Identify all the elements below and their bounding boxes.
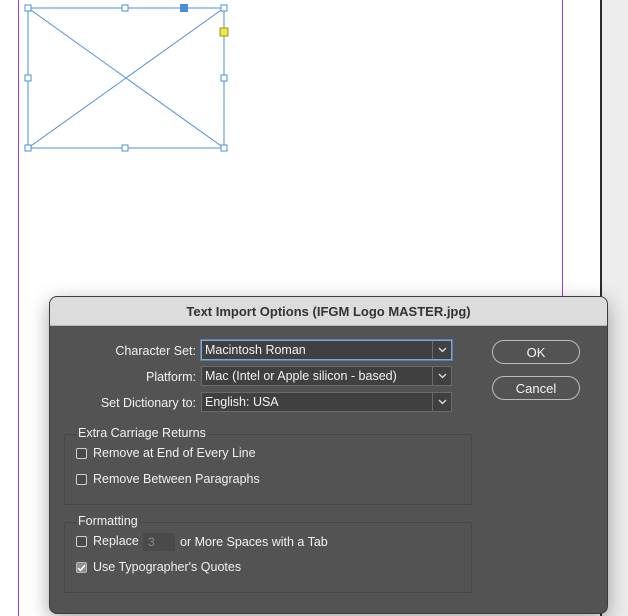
dictionary-select[interactable]: English: USA <box>201 392 452 412</box>
character-set-label: Character Set: <box>115 344 196 358</box>
extra-carriage-returns-group <box>64 434 472 505</box>
spaces-count-field[interactable]: 3 <box>143 533 175 551</box>
chevron-down-icon <box>432 341 451 359</box>
platform-label: Platform: <box>145 370 196 384</box>
ok-button[interactable]: OK <box>492 340 580 364</box>
checkmark-icon <box>77 564 86 572</box>
content-grabber-handle[interactable] <box>180 4 188 12</box>
character-set-select[interactable]: Macintosh Roman <box>201 340 452 360</box>
extra-carriage-returns-title: Extra Carriage Returns <box>76 426 208 440</box>
dialog-title: Text Import Options (IFGM Logo MASTER.jp… <box>50 297 607 326</box>
typographers-quotes-checkbox[interactable] <box>76 562 87 573</box>
cancel-button[interactable]: Cancel <box>492 376 580 400</box>
empty-graphic-frame[interactable] <box>20 0 240 160</box>
dictionary-label: Set Dictionary to: <box>100 396 196 410</box>
character-set-value: Macintosh Roman <box>205 343 306 357</box>
margin-guide-right <box>562 0 563 300</box>
typographers-quotes-label[interactable]: Use Typographer's Quotes <box>93 560 241 574</box>
chevron-down-icon <box>432 367 451 385</box>
margin-guide-left <box>18 0 19 616</box>
remove-between-paragraphs-label[interactable]: Remove Between Paragraphs <box>93 472 260 486</box>
replace-label[interactable]: Replace <box>93 534 139 548</box>
text-import-options-dialog: Text Import Options (IFGM Logo MASTER.jp… <box>49 296 608 614</box>
chevron-down-icon <box>432 393 451 411</box>
remove-end-of-line-label[interactable]: Remove at End of Every Line <box>93 446 256 460</box>
dictionary-value: English: USA <box>205 395 279 409</box>
platform-value: Mac (Intel or Apple silicon - based) <box>205 369 397 383</box>
remove-end-of-line-checkbox[interactable] <box>76 448 87 459</box>
platform-select[interactable]: Mac (Intel or Apple silicon - based) <box>201 366 452 386</box>
replace-spaces-checkbox[interactable] <box>76 536 87 547</box>
corner-option-handle[interactable] <box>219 27 229 37</box>
remove-between-paragraphs-checkbox[interactable] <box>76 474 87 485</box>
replace-suffix-label: or More Spaces with a Tab <box>180 535 328 549</box>
formatting-group <box>64 522 472 593</box>
formatting-title: Formatting <box>76 514 140 528</box>
